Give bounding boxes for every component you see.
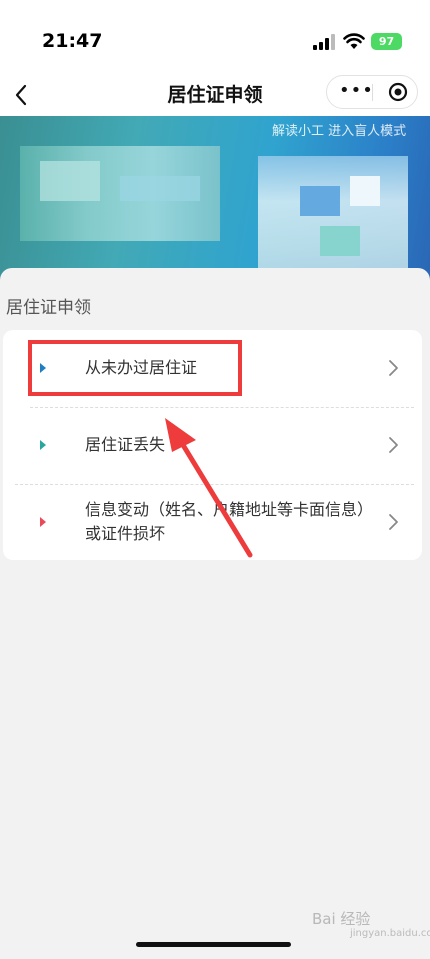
chevron-right-icon	[389, 437, 398, 453]
nav-bar: 居住证申领 •••	[0, 74, 430, 116]
capsule-divider	[372, 84, 373, 101]
highlight-box	[28, 340, 242, 396]
chevron-right-icon	[389, 514, 398, 530]
section-title: 居住证申领	[6, 298, 91, 318]
marker-icon	[40, 517, 46, 527]
pixel-patch	[40, 161, 100, 201]
watermark-sub: jingyan.baidu.com	[350, 928, 430, 939]
option-lost[interactable]: 居住证丢失	[3, 407, 422, 484]
option-label: 信息变动（姓名、户籍地址等卡面信息）或证件损坏	[85, 500, 374, 543]
pixel-patch	[350, 176, 380, 206]
battery-level: 97	[378, 35, 395, 48]
wifi-icon	[343, 33, 365, 49]
marker-icon	[40, 440, 46, 450]
pixel-patch	[320, 226, 360, 256]
more-icon[interactable]: •••	[339, 82, 374, 100]
battery-icon: 97	[371, 33, 402, 50]
option-info-change[interactable]: 信息变动（姓名、户籍地址等卡面信息）或证件损坏	[3, 484, 422, 560]
home-indicator[interactable]	[136, 942, 291, 947]
pixel-patch	[300, 186, 340, 216]
mini-program-capsule: •••	[326, 75, 418, 109]
watermark: Bai 经验	[312, 910, 371, 928]
signal-icon	[313, 34, 335, 50]
status-bar: 21:47 97	[0, 0, 430, 74]
chevron-right-icon	[389, 360, 398, 376]
status-time: 21:47	[42, 30, 103, 52]
banner: 解读小工 进入盲人模式	[0, 116, 430, 292]
close-target-icon[interactable]	[388, 82, 408, 102]
option-label: 居住证丢失	[85, 435, 166, 454]
pixel-patch	[120, 176, 200, 201]
banner-text: 解读小工 进入盲人模式	[272, 124, 407, 139]
